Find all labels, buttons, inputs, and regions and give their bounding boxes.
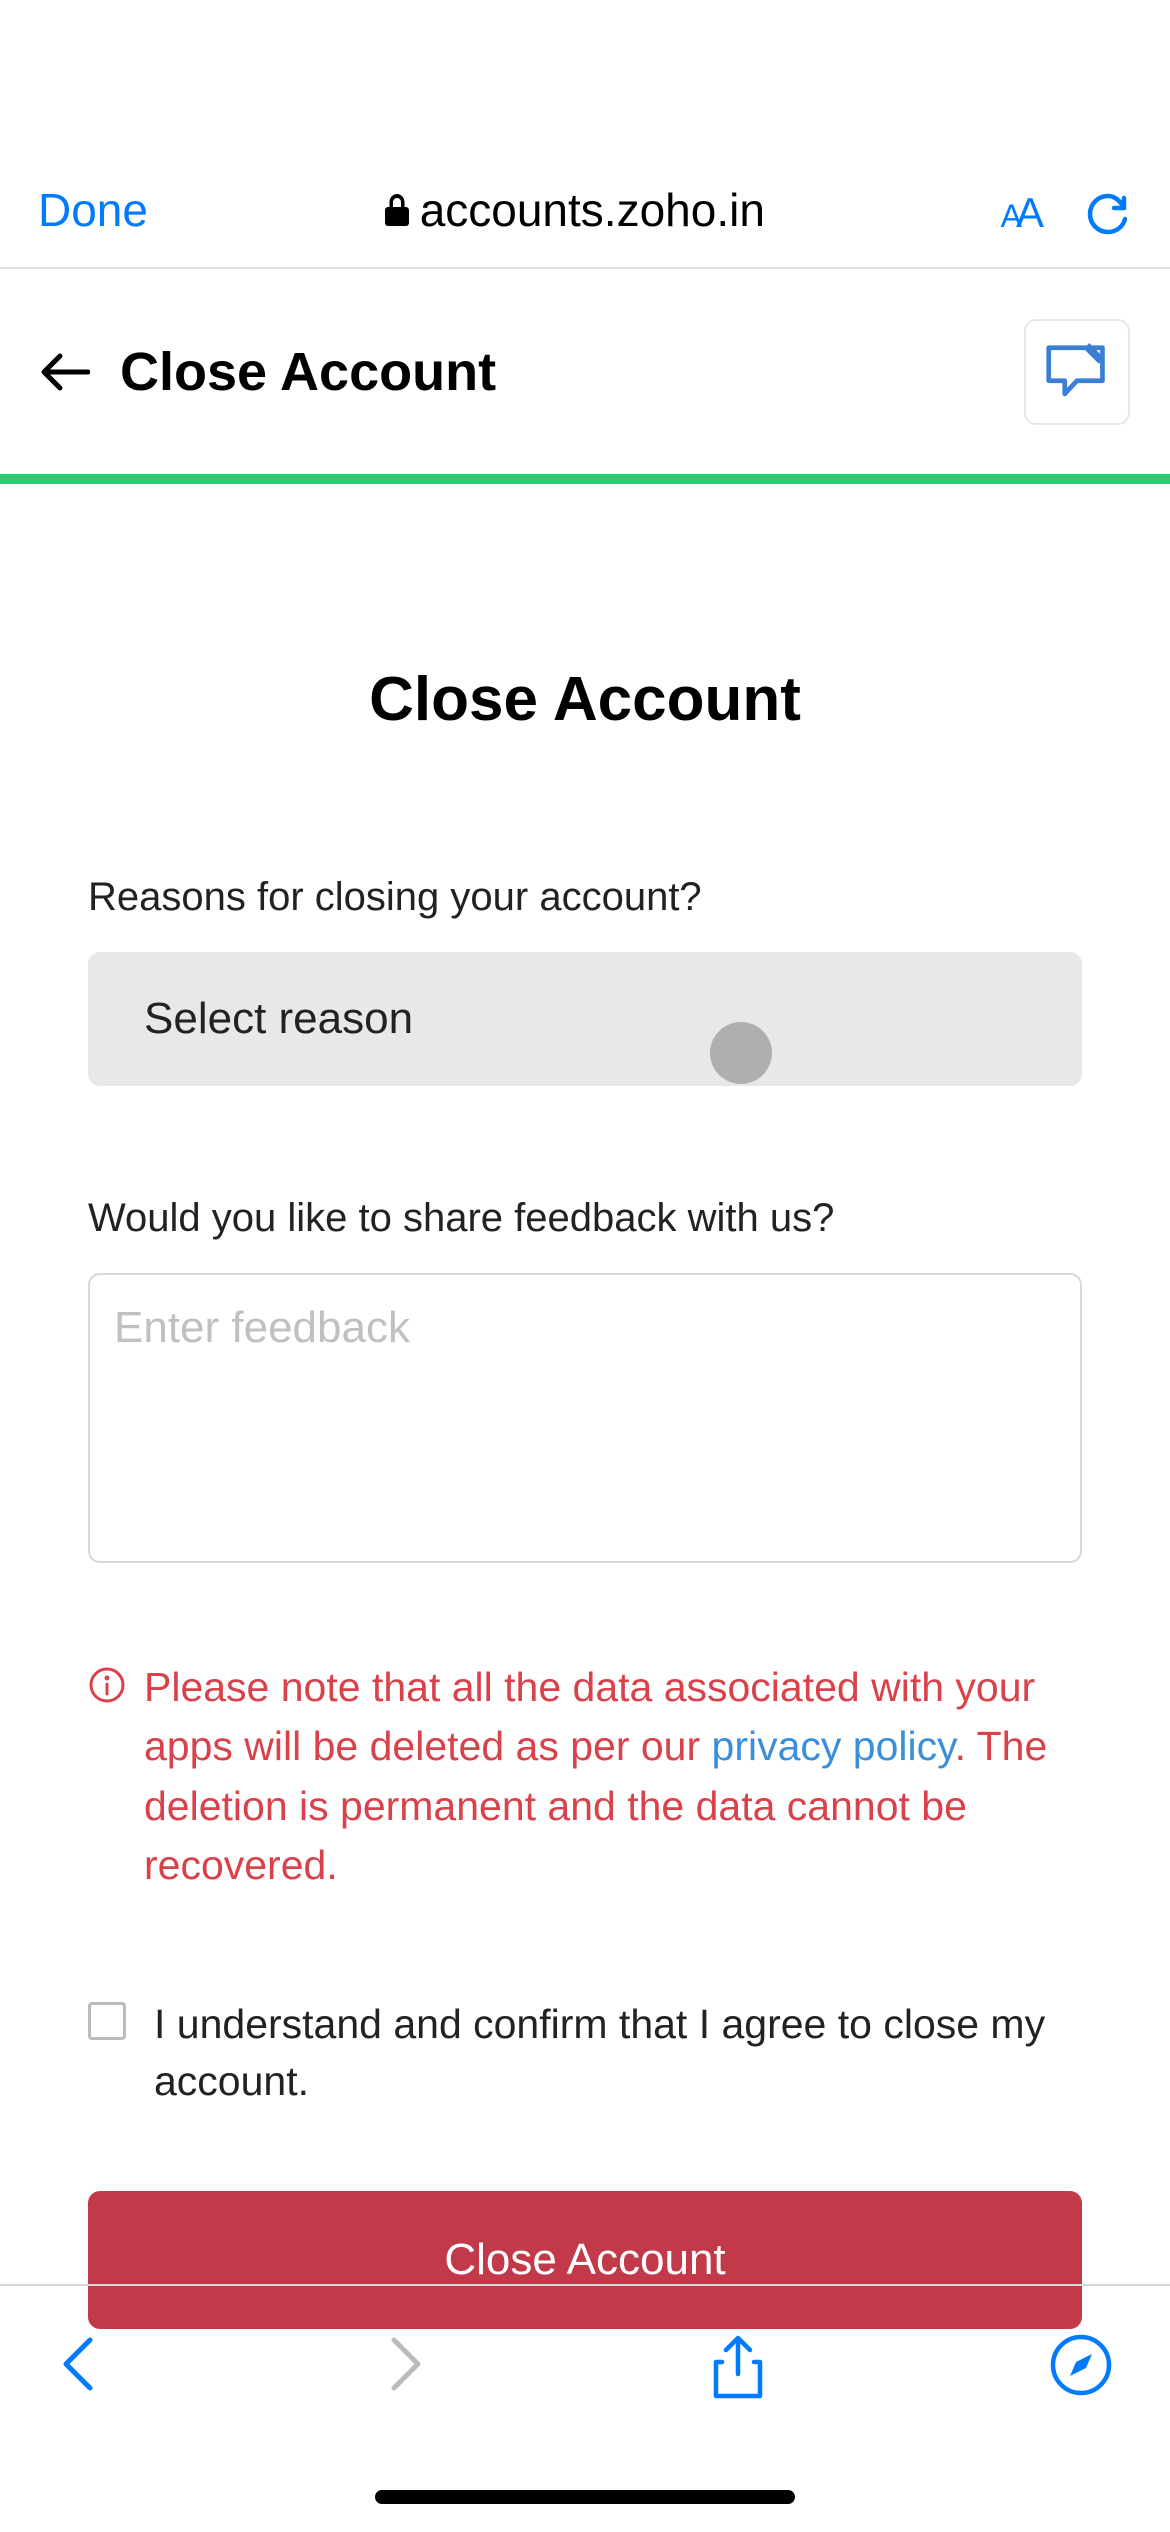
warning-message: Please note that all the data associated… — [88, 1658, 1082, 1896]
privacy-policy-link[interactable]: privacy policy — [712, 1723, 955, 1769]
back-arrow-icon[interactable] — [40, 352, 90, 392]
home-indicator[interactable] — [375, 2490, 795, 2504]
feedback-textarea[interactable] — [88, 1273, 1082, 1563]
text-size-button[interactable]: AA — [1001, 189, 1038, 237]
feedback-button[interactable] — [1024, 319, 1130, 425]
confirm-checkbox[interactable] — [88, 2002, 126, 2040]
browser-controls: AA — [1001, 189, 1132, 237]
nav-back-icon[interactable] — [58, 2334, 100, 2394]
feedback-label: Would you like to share feedback with us… — [88, 1196, 1082, 1241]
main-content: Close Account Reasons for closing your a… — [0, 484, 1170, 2329]
share-icon[interactable] — [710, 2334, 766, 2402]
reload-icon[interactable] — [1086, 190, 1132, 236]
reason-label: Reasons for closing your account? — [88, 875, 1082, 920]
warning-text: Please note that all the data associated… — [144, 1658, 1082, 1896]
speech-bubble-icon — [1044, 343, 1110, 400]
confirm-text: I understand and confirm that I agree to… — [154, 1996, 1082, 2111]
done-button[interactable]: Done — [38, 183, 148, 237]
header-title: Close Account — [120, 341, 496, 403]
page-header: Close Account — [0, 269, 1170, 484]
reason-select[interactable]: Select reason — [88, 952, 1082, 1086]
confirm-row: I understand and confirm that I agree to… — [88, 1996, 1082, 2111]
page-title: Close Account — [88, 664, 1082, 735]
url-container[interactable]: accounts.zoho.in — [384, 183, 765, 237]
info-icon — [88, 1666, 126, 1704]
browser-bar: Done accounts.zoho.in AA — [0, 0, 1170, 269]
nav-forward-icon — [384, 2334, 426, 2394]
touch-indicator — [710, 1022, 772, 1084]
lock-icon — [384, 194, 410, 226]
safari-icon[interactable] — [1050, 2334, 1112, 2396]
url-text: accounts.zoho.in — [420, 183, 765, 237]
